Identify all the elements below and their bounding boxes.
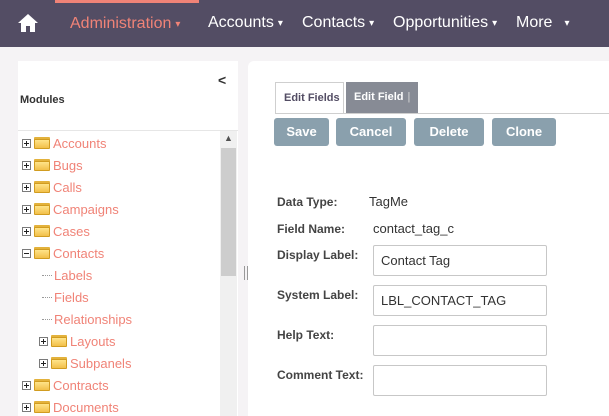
clone-button[interactable]: Clone [492, 118, 556, 146]
tree-connector [42, 274, 52, 276]
expand-icon[interactable] [22, 402, 31, 412]
comment-text-label: Comment Text: [277, 368, 364, 382]
tree-item-campaigns[interactable]: Campaigns [22, 198, 119, 220]
tree-item-accounts[interactable]: Accounts [22, 132, 106, 154]
expand-icon[interactable] [22, 204, 31, 214]
save-button[interactable]: Save [274, 118, 329, 146]
chevron-down-icon: ▾ [175, 19, 181, 30]
nav-administration[interactable]: Administration ▾ [55, 0, 199, 47]
tree-connector [42, 318, 52, 320]
expand-icon[interactable] [22, 182, 31, 192]
tree-item-contracts[interactable]: Contracts [22, 374, 109, 396]
tab-edit-field[interactable]: Edit Field | [346, 82, 418, 113]
tree-item-bugs[interactable]: Bugs [22, 154, 83, 176]
help-text-label: Help Text: [277, 328, 335, 342]
nav-opportunities[interactable]: Opportunities ▾ [393, 0, 497, 47]
nav-contacts[interactable]: Contacts ▾ [302, 0, 374, 47]
tree-item-relationships[interactable]: Relationships [42, 308, 132, 330]
tree-item-label: Accounts [53, 135, 107, 151]
expand-icon[interactable] [39, 358, 48, 368]
delete-button[interactable]: Delete [414, 118, 484, 146]
scroll-up-arrow-icon[interactable]: ▲ [220, 131, 237, 146]
field-editor-panel [248, 61, 609, 416]
field-name-value: contact_tag_c [373, 221, 454, 236]
expand-icon[interactable] [22, 380, 31, 390]
folder-icon [34, 181, 50, 193]
display-label-label: Display Label: [277, 248, 359, 262]
tree-item-label: Layouts [70, 333, 116, 349]
module-tree: Accounts Bugs Calls Campaigns Cases Cont… [18, 130, 238, 416]
tree-item-layouts[interactable]: Layouts [39, 330, 116, 352]
tree-item-fields[interactable]: Fields [42, 286, 89, 308]
top-nav-bar: Administration ▾ Accounts ▾ Contacts ▾ Oppo… [0, 0, 609, 47]
tree-item-label: Subpanels [70, 355, 132, 371]
chevron-down-icon: ▾ [277, 18, 283, 29]
tree-item-label: Bugs [53, 157, 83, 173]
tree-item-label: Relationships [54, 311, 133, 327]
tree-item-label: Cases [53, 223, 90, 239]
tree-item-cases[interactable]: Cases [22, 220, 90, 242]
tree-item-label: Campaigns [53, 201, 119, 217]
chevron-down-icon: ▾ [369, 18, 375, 29]
tree-item-labels[interactable]: Labels [42, 264, 92, 286]
tab-edit-fields[interactable]: Edit Fields [275, 82, 344, 113]
folder-icon [34, 137, 50, 149]
system-label-input[interactable]: LBL_CONTACT_TAG [373, 285, 547, 316]
tree-item-label: Labels [54, 267, 93, 283]
folder-open-icon [34, 247, 50, 259]
nav-accounts[interactable]: Accounts ▾ [208, 0, 283, 47]
cancel-button[interactable]: Cancel [336, 118, 406, 146]
folder-icon [34, 203, 50, 215]
tab-edit-field-label: Edit Field [354, 91, 404, 103]
tree-item-label: Fields [54, 289, 89, 305]
expand-icon[interactable] [22, 138, 31, 148]
tree-item-documents[interactable]: Documents [22, 396, 119, 416]
folder-icon [34, 401, 50, 413]
field-name-label: Field Name: [277, 222, 346, 236]
tree-item-label: Calls [53, 179, 82, 195]
folder-icon [51, 335, 67, 347]
tab-underline [275, 113, 609, 114]
system-label-label: System Label: [277, 288, 359, 302]
chevron-down-icon: ▾ [492, 18, 498, 29]
nav-administration-label: Administration [70, 15, 172, 32]
folder-icon [51, 357, 67, 369]
tree-item-label: Documents [53, 399, 119, 415]
tree-item-calls[interactable]: Calls [22, 176, 82, 198]
folder-icon [34, 379, 50, 391]
help-text-input[interactable] [373, 325, 547, 356]
home-icon[interactable] [17, 13, 39, 33]
nav-accounts-label: Accounts [208, 14, 274, 31]
collapse-sidebar-button[interactable]: < [218, 72, 226, 88]
folder-icon [34, 159, 50, 171]
tree-scrollbar[interactable]: ▲ [220, 131, 237, 416]
nav-opportunities-label: Opportunities [393, 14, 489, 31]
tree-item-subpanels[interactable]: Subpanels [39, 352, 131, 374]
tree-item-label: Contacts [53, 245, 105, 261]
modules-title: Modules [20, 94, 65, 106]
tree-item-contacts[interactable]: Contacts [22, 242, 104, 264]
data-type-value: TagMe [369, 194, 409, 209]
comment-text-input[interactable] [373, 365, 547, 396]
display-label-input[interactable]: Contact Tag [373, 245, 547, 276]
folder-icon [34, 225, 50, 237]
data-type-label: Data Type: [277, 195, 338, 209]
tree-item-label: Contracts [53, 377, 109, 393]
nav-more-label: More [516, 14, 553, 31]
expand-icon[interactable] [39, 336, 48, 346]
scroll-thumb[interactable] [221, 148, 236, 276]
tab-divider: | [407, 91, 411, 103]
expand-icon[interactable] [22, 226, 31, 236]
expand-icon[interactable] [22, 160, 31, 170]
nav-contacts-label: Contacts [302, 14, 366, 31]
collapse-icon[interactable] [22, 248, 31, 258]
tree-connector [42, 296, 52, 298]
nav-more[interactable]: More ▾ [516, 0, 569, 47]
chevron-down-icon: ▾ [564, 18, 570, 29]
